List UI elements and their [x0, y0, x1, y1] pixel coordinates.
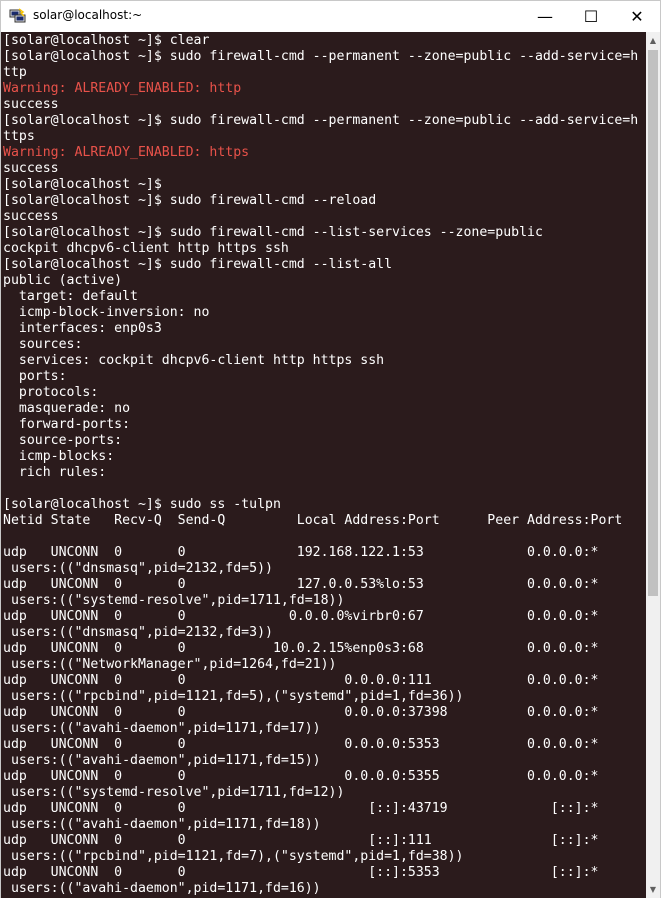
terminal-line: users:(("dnsmasq",pid=2132,fd=3)) — [3, 625, 273, 640]
terminal-line: target: default — [3, 289, 138, 304]
maximize-button[interactable]: ☐ — [568, 1, 614, 31]
terminal-warning-line: Warning: ALREADY_ENABLED: http — [3, 81, 242, 96]
terminal-line: ttps — [3, 129, 35, 144]
terminal-line: success — [3, 209, 59, 224]
terminal-line: [solar@localhost ~]$ — [3, 177, 162, 192]
terminal-line: services: cockpit dhcpv6-client http htt… — [3, 353, 385, 368]
terminal-line: udp UNCONN 0 0 0.0.0.0:5353 0.0.0.0:* — [3, 737, 599, 752]
close-icon: ✕ — [630, 6, 644, 26]
terminal-line: users:(("systemd-resolve",pid=1711,fd=12… — [3, 785, 345, 800]
terminal-line: sources: — [3, 337, 83, 352]
terminal-line: udp UNCONN 0 0 0.0.0.0:5355 0.0.0.0:* — [3, 769, 599, 784]
terminal-line: icmp-blocks: — [3, 449, 115, 464]
terminal-line: forward-ports: — [3, 417, 131, 432]
terminal-line: ttp — [3, 65, 27, 80]
terminal-line: users:(("dnsmasq",pid=2132,fd=5)) — [3, 561, 273, 576]
terminal-window: solar@localhost:~ — ☐ ✕ [solar@localhost… — [0, 0, 661, 898]
terminal-line: users:(("rpcbind",pid=1121,fd=5),("syste… — [3, 689, 464, 704]
terminal-line: success — [3, 161, 59, 176]
maximize-icon: ☐ — [583, 6, 599, 26]
terminal-line: udp UNCONN 0 0 [::]:43719 [::]:* — [3, 801, 599, 816]
scrollbar-thumb[interactable] — [648, 50, 658, 596]
terminal-line: ports: — [3, 369, 67, 384]
terminal-line: interfaces: enp0s3 — [3, 321, 162, 336]
minimize-button[interactable]: — — [522, 1, 568, 31]
title-bar[interactable]: solar@localhost:~ — ☐ ✕ — [1, 1, 660, 31]
terminal-line: udp UNCONN 0 0 0.0.0.0%virbr0:67 0.0.0.0… — [3, 609, 599, 624]
scroll-up-arrow-icon[interactable]: ▲ — [646, 32, 660, 49]
terminal-line: [solar@localhost ~]$ sudo firewall-cmd -… — [3, 193, 377, 208]
terminal-line: Netid State Recv-Q Send-Q Local Address:… — [3, 513, 623, 528]
terminal-line: [solar@localhost ~]$ sudo firewall-cmd -… — [3, 49, 639, 64]
terminal-line: users:(("rpcbind",pid=1121,fd=7),("syste… — [3, 849, 464, 864]
terminal-line: udp UNCONN 0 0 192.168.122.1:53 0.0.0.0:… — [3, 545, 599, 560]
terminal-line: udp UNCONN 0 0 [::]:111 [::]:* — [3, 833, 599, 848]
terminal-line: [solar@localhost ~]$ sudo ss -tulpn — [3, 497, 281, 512]
terminal-line: udp UNCONN 0 0 0.0.0.0:111 0.0.0.0:* — [3, 673, 599, 688]
minimize-icon: — — [537, 6, 553, 26]
terminal-line: [solar@localhost ~]$ sudo firewall-cmd -… — [3, 113, 639, 128]
terminal-line: masquerade: no — [3, 401, 131, 416]
terminal-line: udp UNCONN 0 0 10.0.2.15%enp0s3:68 0.0.0… — [3, 641, 599, 656]
terminal-line: users:(("avahi-daemon",pid=1171,fd=16)) — [3, 881, 321, 896]
terminal-line: success — [3, 97, 59, 112]
terminal-line: udp UNCONN 0 0 0.0.0.0:37398 0.0.0.0:* — [3, 705, 599, 720]
terminal-output[interactable]: [solar@localhost ~]$ clear [solar@localho… — [1, 32, 646, 898]
putty-icon[interactable] — [9, 8, 27, 24]
terminal-line: cockpit dhcpv6-client http https ssh — [3, 241, 289, 256]
terminal-line: icmp-block-inversion: no — [3, 305, 210, 320]
terminal-line: source-ports: — [3, 433, 123, 448]
terminal-line: public (active) — [3, 273, 123, 288]
terminal-line: udp UNCONN 0 0 127.0.0.53%lo:53 0.0.0.0:… — [3, 577, 599, 592]
terminal-line: [solar@localhost ~]$ sudo firewall-cmd -… — [3, 257, 393, 272]
terminal-warning-line: Warning: ALREADY_ENABLED: https — [3, 145, 250, 160]
terminal-line: users:(("avahi-daemon",pid=1171,fd=15)) — [3, 753, 321, 768]
terminal-line: udp UNCONN 0 0 [::]:5353 [::]:* — [3, 865, 599, 880]
close-button[interactable]: ✕ — [614, 1, 660, 31]
terminal-line: protocols: — [3, 385, 99, 400]
vertical-scrollbar[interactable]: ▲ ▼ — [646, 32, 660, 898]
terminal-line: users:(("avahi-daemon",pid=1171,fd=18)) — [3, 817, 321, 832]
scroll-down-arrow-icon[interactable]: ▼ — [646, 881, 660, 898]
terminal-line: users:(("avahi-daemon",pid=1171,fd=17)) — [3, 721, 321, 736]
terminal-line: [solar@localhost ~]$ sudo firewall-cmd -… — [3, 225, 543, 240]
terminal-line: users:(("NetworkManager",pid=1264,fd=21)… — [3, 657, 337, 672]
terminal-line: users:(("systemd-resolve",pid=1711,fd=18… — [3, 593, 345, 608]
terminal-line: rich rules: — [3, 465, 107, 480]
terminal-line: [solar@localhost ~]$ clear — [3, 33, 210, 48]
window-title: solar@localhost:~ — [33, 8, 143, 22]
